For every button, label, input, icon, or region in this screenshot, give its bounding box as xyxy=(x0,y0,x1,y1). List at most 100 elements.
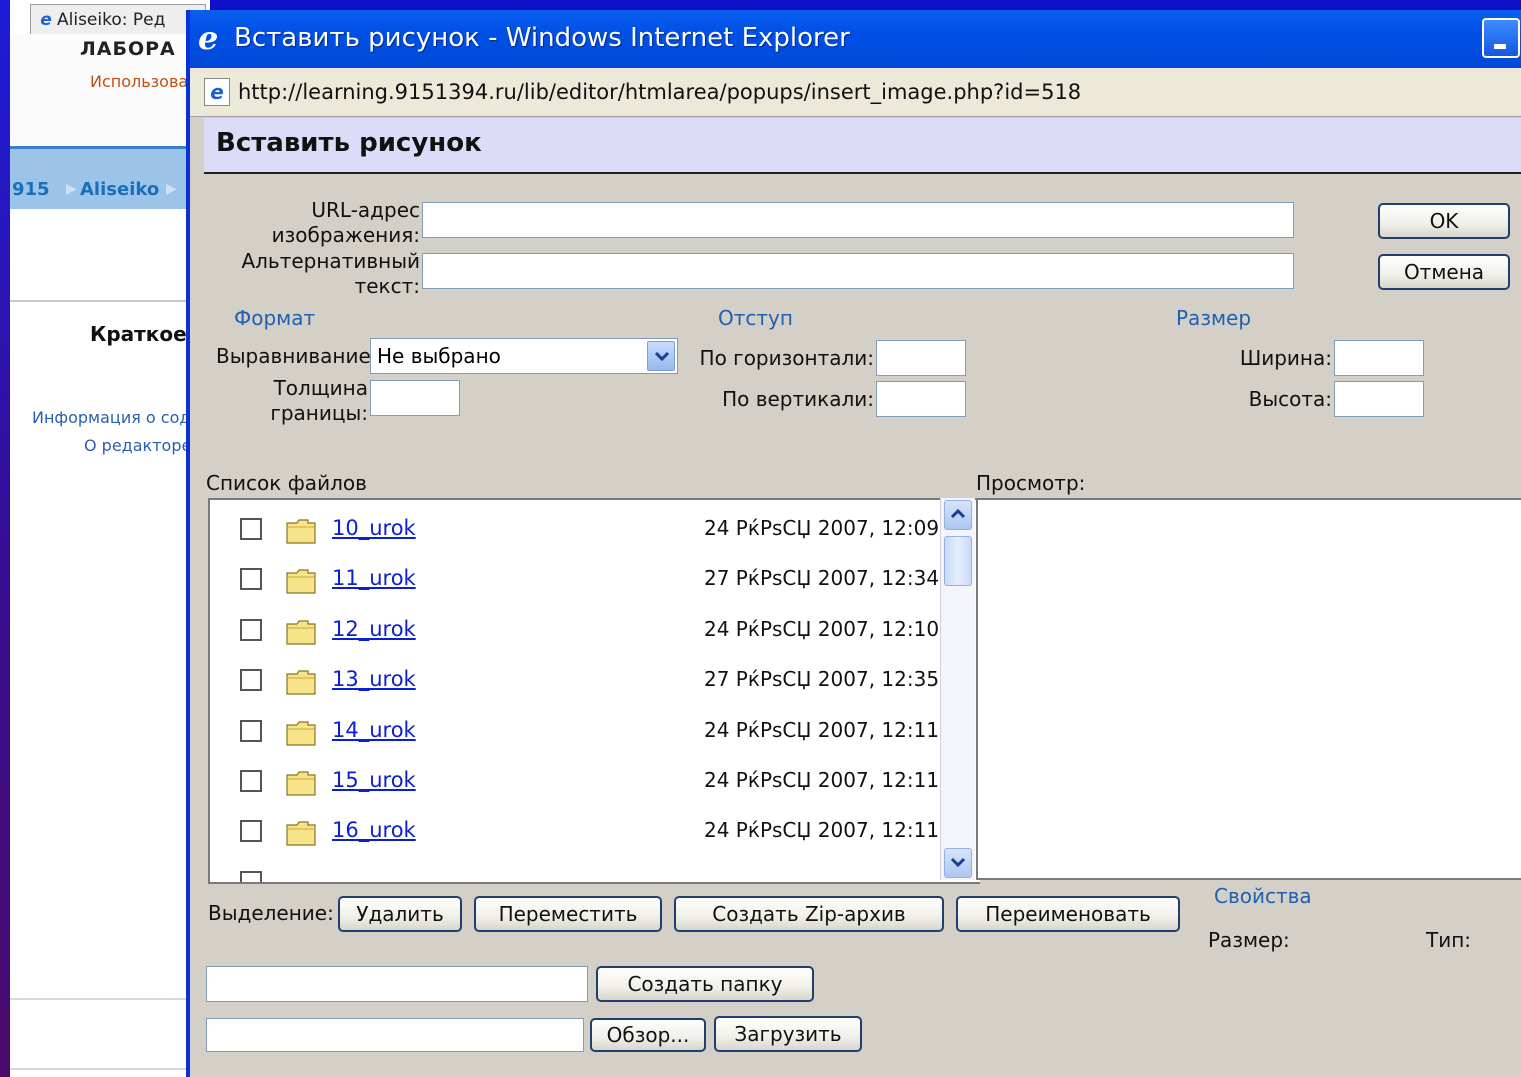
file-checkbox[interactable] xyxy=(240,568,262,591)
cancel-button[interactable]: Отмена xyxy=(1378,254,1510,290)
page-header: Вставить рисунок xyxy=(204,118,1521,174)
size-heading: Размер xyxy=(1176,306,1252,330)
file-list: 10_urok 24 РќРѕСЏ 2007, 12:09 11_urok 27 Рќ… xyxy=(208,498,980,884)
folder-icon xyxy=(286,569,316,594)
file-checkbox[interactable] xyxy=(240,669,262,692)
move-button[interactable]: Переместить xyxy=(474,896,662,932)
file-name-link[interactable]: 12_urok xyxy=(332,617,416,641)
width-label: Ширина: xyxy=(1239,346,1332,370)
window-title: Вставить рисунок - Windows Internet Expl… xyxy=(234,23,850,53)
browse-button[interactable]: Обзор... xyxy=(590,1018,706,1052)
list-item[interactable]: 10_urok 24 РќРѕСЏ 2007, 12:09 xyxy=(210,508,950,558)
vertical-label: По вертикали: xyxy=(722,387,874,411)
file-checkbox[interactable] xyxy=(240,618,262,641)
file-name-link[interactable]: 10_urok xyxy=(332,516,416,540)
properties-size-label: Размер: xyxy=(1208,928,1290,952)
chevron-down-icon xyxy=(950,857,966,868)
list-item[interactable]: 14_urok 24 РќРѕСЏ 2007, 12:11 xyxy=(210,710,950,760)
scroll-up-button[interactable] xyxy=(944,500,972,530)
delete-button[interactable]: Удалить xyxy=(338,896,462,932)
chevron-down-icon[interactable] xyxy=(647,341,675,371)
new-folder-input[interactable] xyxy=(206,966,588,1002)
vertical-spacing-input[interactable] xyxy=(876,381,966,417)
ok-button[interactable]: OK xyxy=(1378,203,1510,239)
chevron-up-icon xyxy=(950,508,966,519)
file-checkbox[interactable] xyxy=(240,518,262,540)
breadcrumb-arrow-icon: ▶ xyxy=(166,181,177,197)
file-name-link[interactable]: 15_urok xyxy=(332,768,416,792)
border-label: Толщина границы: xyxy=(270,376,368,425)
border-input[interactable] xyxy=(370,380,460,416)
file-list-scrollbar[interactable] xyxy=(940,498,975,880)
background-window-tab[interactable]: e Aliseiko: Ред xyxy=(30,4,206,36)
spacing-heading: Отступ xyxy=(718,306,793,330)
folder-icon xyxy=(286,821,316,846)
info-link[interactable]: Информация о сод xyxy=(32,408,190,427)
background-tab-title: Aliseiko: Ред xyxy=(57,10,166,30)
file-list-label: Список файлов xyxy=(206,471,367,495)
properties-heading: Свойства xyxy=(1214,884,1312,908)
breadcrumb-item[interactable]: 915 xyxy=(12,179,50,200)
alt-text-label: Альтернативный текст: xyxy=(241,249,420,298)
folder-icon xyxy=(286,720,316,746)
url-label: URL-адрес изображения: xyxy=(271,198,420,247)
folder-icon xyxy=(286,620,316,645)
background-user-text: Использова xyxy=(90,72,189,91)
list-item[interactable]: 12_urok 24 РќРѕСЏ 2007, 12:10 xyxy=(210,609,950,659)
list-item[interactable] xyxy=(210,861,950,882)
title-bar[interactable]: e Вставить рисунок - Windows Internet Ex… xyxy=(190,10,1521,68)
scroll-down-button[interactable] xyxy=(944,848,972,878)
file-name-link[interactable]: 11_urok xyxy=(332,566,416,590)
file-checkbox[interactable] xyxy=(240,770,262,792)
upload-button[interactable]: Загрузить xyxy=(714,1016,862,1052)
desktop-edge xyxy=(0,0,10,1077)
background-site-title: ЛАБОРА xyxy=(80,38,176,60)
breadcrumb: 915 ▶ Aliseiko ▶ xyxy=(10,146,190,209)
align-select[interactable]: Не выбрано xyxy=(370,338,678,374)
file-date: 27 РќРѕСЏ 2007, 12:35 xyxy=(704,667,940,692)
file-name-link[interactable]: 13_urok xyxy=(332,667,416,691)
divider xyxy=(10,300,190,302)
section-title: Краткое xyxy=(90,322,187,346)
file-name-link[interactable]: 14_urok xyxy=(332,718,416,742)
width-input[interactable] xyxy=(1334,340,1424,376)
breadcrumb-arrow-icon: ▶ xyxy=(66,181,77,197)
horizontal-spacing-input[interactable] xyxy=(876,340,966,376)
breadcrumb-item[interactable]: Aliseiko xyxy=(80,179,159,200)
file-checkbox[interactable] xyxy=(240,870,262,882)
align-select-value: Не выбрано xyxy=(377,344,501,368)
about-editor-link[interactable]: О редакторе xyxy=(84,436,191,455)
address-url[interactable]: http://learning.9151394.ru/lib/editor/ht… xyxy=(238,78,1081,106)
upload-file-input[interactable] xyxy=(206,1018,584,1052)
alt-text-input[interactable] xyxy=(422,253,1294,289)
list-item[interactable]: 16_urok 24 РќРѕСЏ 2007, 12:11 xyxy=(210,810,950,860)
preview-label: Просмотр: xyxy=(976,471,1086,495)
minimize-button[interactable] xyxy=(1482,18,1520,58)
file-date: 24 РќРѕСЏ 2007, 12:09 xyxy=(704,516,940,540)
file-checkbox[interactable] xyxy=(240,719,262,742)
horizontal-label: По горизонтали: xyxy=(699,346,874,370)
height-label: Высота: xyxy=(1248,387,1332,411)
divider xyxy=(10,998,190,1000)
preview-pane xyxy=(976,498,1521,880)
page-title: Вставить рисунок xyxy=(216,128,482,158)
url-input[interactable] xyxy=(422,202,1294,238)
create-zip-button[interactable]: Создать Zip-архив xyxy=(674,896,944,932)
align-label: Выравнивание: xyxy=(216,344,378,368)
list-item[interactable]: 13_urok 27 РќРѕСЏ 2007, 12:35 xyxy=(210,659,950,709)
file-date: 27 РќРѕСЏ 2007, 12:34 xyxy=(704,566,940,591)
create-folder-button[interactable]: Создать папку xyxy=(596,966,814,1002)
rename-button[interactable]: Переименовать xyxy=(956,896,1180,932)
divider xyxy=(10,1068,190,1070)
address-bar: e http://learning.9151394.ru/lib/editor/… xyxy=(190,68,1521,117)
file-date: 24 РќРѕСЏ 2007, 12:11 xyxy=(704,768,940,792)
folder-icon xyxy=(286,771,316,796)
list-item[interactable]: 15_urok 24 РќРѕСЏ 2007, 12:11 xyxy=(210,760,950,810)
file-checkbox[interactable] xyxy=(240,820,262,843)
file-name-link[interactable]: 16_urok xyxy=(332,818,416,842)
height-input[interactable] xyxy=(1334,381,1424,417)
file-date: 24 РќРѕСЏ 2007, 12:11 xyxy=(704,818,940,843)
minimize-icon xyxy=(1494,44,1506,49)
scroll-thumb[interactable] xyxy=(944,536,972,586)
list-item[interactable]: 11_urok 27 РќРѕСЏ 2007, 12:34 xyxy=(210,558,950,608)
